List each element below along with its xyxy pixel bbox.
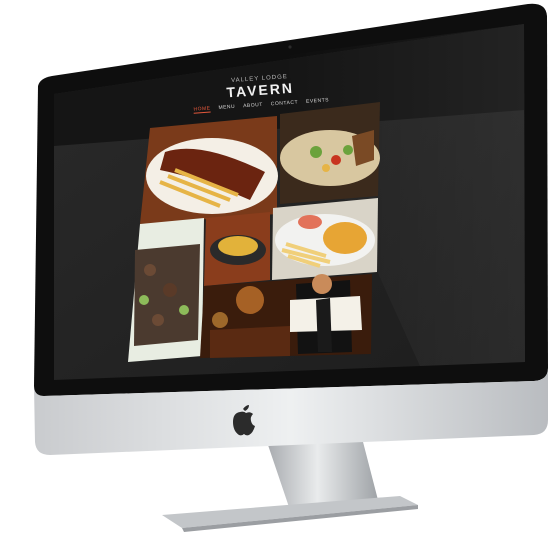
photo-burger[interactable] — [272, 198, 378, 280]
photo-fries[interactable] — [204, 212, 270, 286]
nav-item-events[interactable]: EVENTS — [306, 97, 329, 106]
photo-ribs[interactable] — [140, 116, 278, 224]
nav-item-menu[interactable]: MENU — [218, 104, 235, 112]
photo-grid — [128, 102, 380, 362]
nav-item-contact[interactable]: CONTACT — [271, 99, 299, 108]
imac-mockup: VALLEY LODGE TAVERN HOME MENU ABOUT CONT… — [0, 0, 555, 542]
site-header: VALLEY LODGE TAVERN HOME MENU ABOUT CONT… — [184, 71, 337, 131]
nav-item-about[interactable]: ABOUT — [243, 102, 263, 110]
photo-bartender[interactable] — [200, 274, 372, 358]
camera — [288, 45, 292, 49]
stand — [162, 438, 418, 532]
photo-steak-salad[interactable] — [128, 218, 204, 362]
nav-item-home[interactable]: HOME — [193, 105, 211, 114]
